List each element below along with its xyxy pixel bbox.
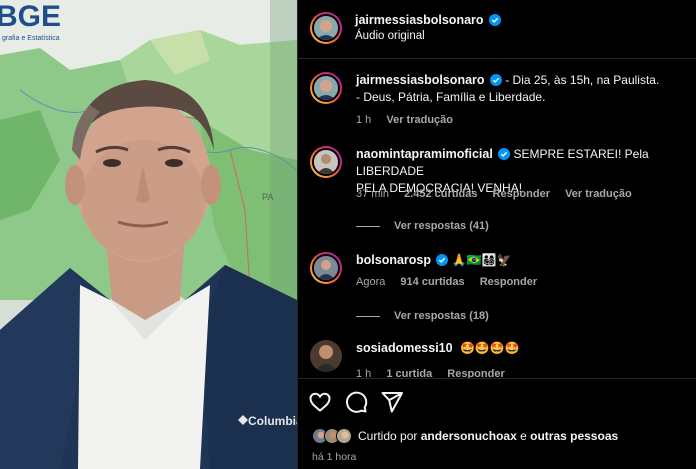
- liked-by-user[interactable]: andersonuchoax: [421, 429, 517, 443]
- comment-avatar[interactable]: [310, 146, 342, 178]
- divider: [298, 378, 696, 379]
- share-icon[interactable]: [380, 390, 404, 414]
- replies-line: [356, 225, 380, 227]
- comment-username[interactable]: bolsonarosp: [356, 253, 431, 267]
- post-details-panel: jairmessiasbolsonaro Áudio original jair…: [297, 0, 696, 469]
- liked-by-others[interactable]: outras pessoas: [530, 429, 618, 443]
- translate-link[interactable]: Ver tradução: [386, 114, 453, 126]
- verified-icon: [498, 148, 511, 160]
- post-video[interactable]: BGE grafia e Estatística PA Columbi: [0, 0, 297, 469]
- verified-icon: [436, 254, 449, 266]
- comment-meta: 37 min 2.452 curtidas Responder Ver trad…: [356, 188, 644, 200]
- comment-time: 1 h: [356, 114, 372, 126]
- comment-text: 🤩🤩🤩🤩: [459, 341, 520, 355]
- comment-likes[interactable]: 2.452 curtidas: [404, 188, 477, 200]
- caption: jairmessiasbolsonaro - Dia 25, às 15h, n…: [310, 72, 690, 132]
- comment-item: sosiadomessi10 🤩🤩🤩🤩 1 h 1 curtida Respon…: [310, 340, 690, 378]
- comment-likes[interactable]: 1 curtida: [386, 368, 432, 378]
- post-header: jairmessiasbolsonaro Áudio original: [310, 10, 501, 46]
- comment-avatar[interactable]: [310, 340, 342, 372]
- liked-by[interactable]: Curtido por andersonuchoax e outras pess…: [312, 428, 618, 444]
- view-replies-button[interactable]: Ver respostas (41): [356, 220, 489, 232]
- comment-username[interactable]: jairmessiasbolsonaro: [356, 73, 485, 87]
- divider: [298, 58, 696, 59]
- comment-meta: 1 h Ver tradução: [356, 114, 465, 126]
- comment-text: 🙏🇧🇷👨‍👩‍👧‍👦🦅: [451, 253, 512, 267]
- comment-username[interactable]: naomintapramimoficial: [356, 147, 493, 161]
- avatar: [336, 428, 352, 444]
- caption-avatar[interactable]: [310, 72, 342, 104]
- comment-text: - Deus, Pátria, Família e Liberdade.: [356, 90, 546, 104]
- comment-avatar[interactable]: [310, 252, 342, 284]
- comment-time: Agora: [356, 276, 386, 288]
- author-username[interactable]: jairmessiasbolsonaro: [355, 13, 484, 27]
- liked-by-prefix: Curtido por: [358, 429, 418, 443]
- verified-icon: [489, 74, 502, 86]
- translate-link[interactable]: Ver tradução: [565, 188, 632, 200]
- reply-button[interactable]: Responder: [447, 368, 504, 378]
- liked-by-connector: e: [520, 429, 527, 443]
- verified-icon: [488, 14, 501, 26]
- comment-item: bolsonarosp 🙏🇧🇷👨‍👩‍👧‍👦🦅 Agora 914 curtid…: [310, 252, 690, 308]
- view-replies-button[interactable]: Ver respostas (18): [356, 310, 489, 322]
- audio-link[interactable]: Áudio original: [355, 28, 501, 44]
- video-frame: BGE grafia e Estatística PA Columbi: [0, 0, 297, 469]
- author-avatar[interactable]: [310, 12, 342, 44]
- comment-text: - Dia 25, às 15h, na Paulista.: [505, 73, 660, 87]
- comment-meta: Agora 914 curtidas Responder: [356, 276, 549, 288]
- heart-icon[interactable]: [308, 390, 332, 414]
- map-brand: BGE: [0, 0, 61, 33]
- comment-meta: 1 h 1 curtida Responder: [356, 368, 517, 378]
- comment-icon[interactable]: [344, 390, 368, 414]
- reply-button[interactable]: Responder: [493, 188, 550, 200]
- replies-line: [356, 315, 380, 317]
- liker-avatars: [312, 428, 352, 444]
- svg-text:PA: PA: [262, 192, 273, 202]
- action-bar: [308, 390, 404, 414]
- svg-text:grafia e Estatística: grafia e Estatística: [2, 35, 60, 42]
- comment-username[interactable]: sosiadomessi10: [356, 341, 453, 355]
- comment-time: 1 h: [356, 368, 372, 378]
- comment-time: 37 min: [356, 188, 390, 200]
- comment-likes[interactable]: 914 curtidas: [400, 276, 464, 288]
- svg-text:Columbia: Columbia: [248, 414, 297, 428]
- post-time[interactable]: há 1 hora: [312, 451, 356, 463]
- reply-button[interactable]: Responder: [480, 276, 537, 288]
- comments-list[interactable]: jairmessiasbolsonaro - Dia 25, às 15h, n…: [298, 60, 696, 378]
